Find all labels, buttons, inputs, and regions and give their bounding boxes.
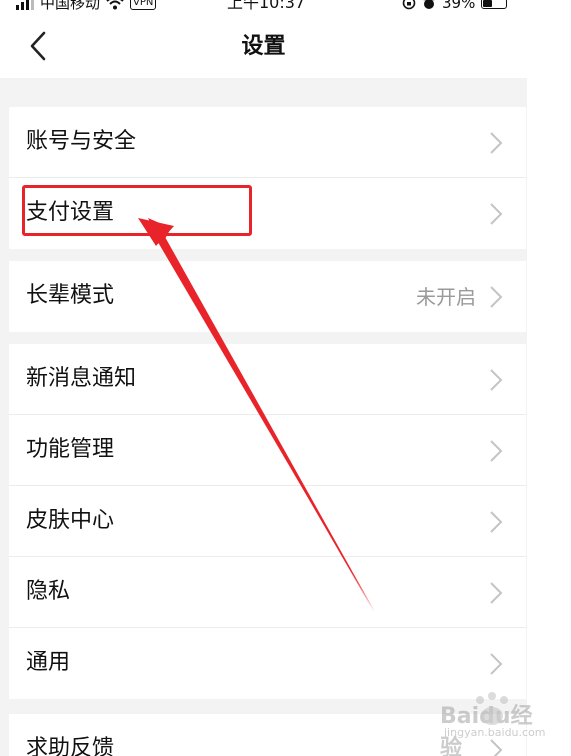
settings-screen: 中国移动 VPN 上午10:37 39% 设置 账号与安全 支付设置 长辈模式 … [0, 0, 571, 756]
watermark-url: jingyan.baidu.com [444, 726, 546, 739]
right-margin [527, 0, 571, 756]
status-bar: 中国移动 VPN 上午10:37 39% [0, 0, 527, 14]
setting-row-skin-center[interactable]: 皮肤中心 [9, 486, 526, 557]
chevron-right-icon [490, 203, 503, 225]
setting-label: 长辈模式 [26, 283, 115, 308]
signal-icon [16, 0, 34, 10]
baidu-watermark: Baidu经验 jingyan.baidu.com [440, 692, 550, 756]
chevron-right-icon [490, 132, 503, 154]
setting-label: 皮肤中心 [26, 508, 115, 533]
status-time: 上午10:37 [227, 0, 306, 12]
rotation-lock-icon [402, 0, 416, 10]
setting-label: 求助反馈 [26, 736, 115, 756]
page-title: 设置 [241, 34, 286, 59]
nav-header: 设置 [0, 14, 527, 78]
chevron-right-icon [490, 369, 503, 391]
setting-label: 新消息通知 [26, 366, 137, 391]
status-bar-left: 中国移动 VPN [16, 0, 157, 12]
setting-label: 隐私 [26, 579, 71, 604]
setting-row-privacy[interactable]: 隐私 [9, 557, 526, 628]
setting-row-general[interactable]: 通用 [9, 628, 526, 699]
settings-group-elder: 长辈模式 未开启 [9, 261, 526, 332]
chevron-right-icon [490, 653, 503, 675]
chevron-right-icon [490, 511, 503, 533]
setting-row-notifications[interactable]: 新消息通知 [9, 344, 526, 415]
status-bar-right: 39% [402, 0, 508, 12]
vpn-badge: VPN [130, 0, 157, 10]
chevron-right-icon [490, 286, 503, 308]
chevron-right-icon [490, 582, 503, 604]
battery-icon [481, 0, 508, 9]
chevron-right-icon [490, 440, 503, 462]
setting-row-elder-mode[interactable]: 长辈模式 未开启 [9, 261, 526, 332]
annotation-highlight-box [22, 185, 252, 236]
setting-row-features[interactable]: 功能管理 [9, 415, 526, 486]
setting-label: 通用 [26, 650, 71, 675]
wifi-icon [106, 0, 124, 10]
battery-percent: 39% [442, 0, 476, 12]
alarm-icon [423, 0, 435, 9]
settings-content: 中国移动 VPN 上午10:37 39% 设置 账号与安全 支付设置 长辈模式 … [0, 0, 527, 756]
setting-value: 未开启 [416, 285, 476, 309]
setting-row-account-security[interactable]: 账号与安全 [9, 107, 526, 178]
carrier-name: 中国移动 [40, 0, 101, 12]
setting-label: 账号与安全 [26, 129, 137, 154]
setting-label: 功能管理 [26, 437, 115, 462]
settings-group-general: 新消息通知 功能管理 皮肤中心 隐私 通用 [9, 344, 526, 699]
